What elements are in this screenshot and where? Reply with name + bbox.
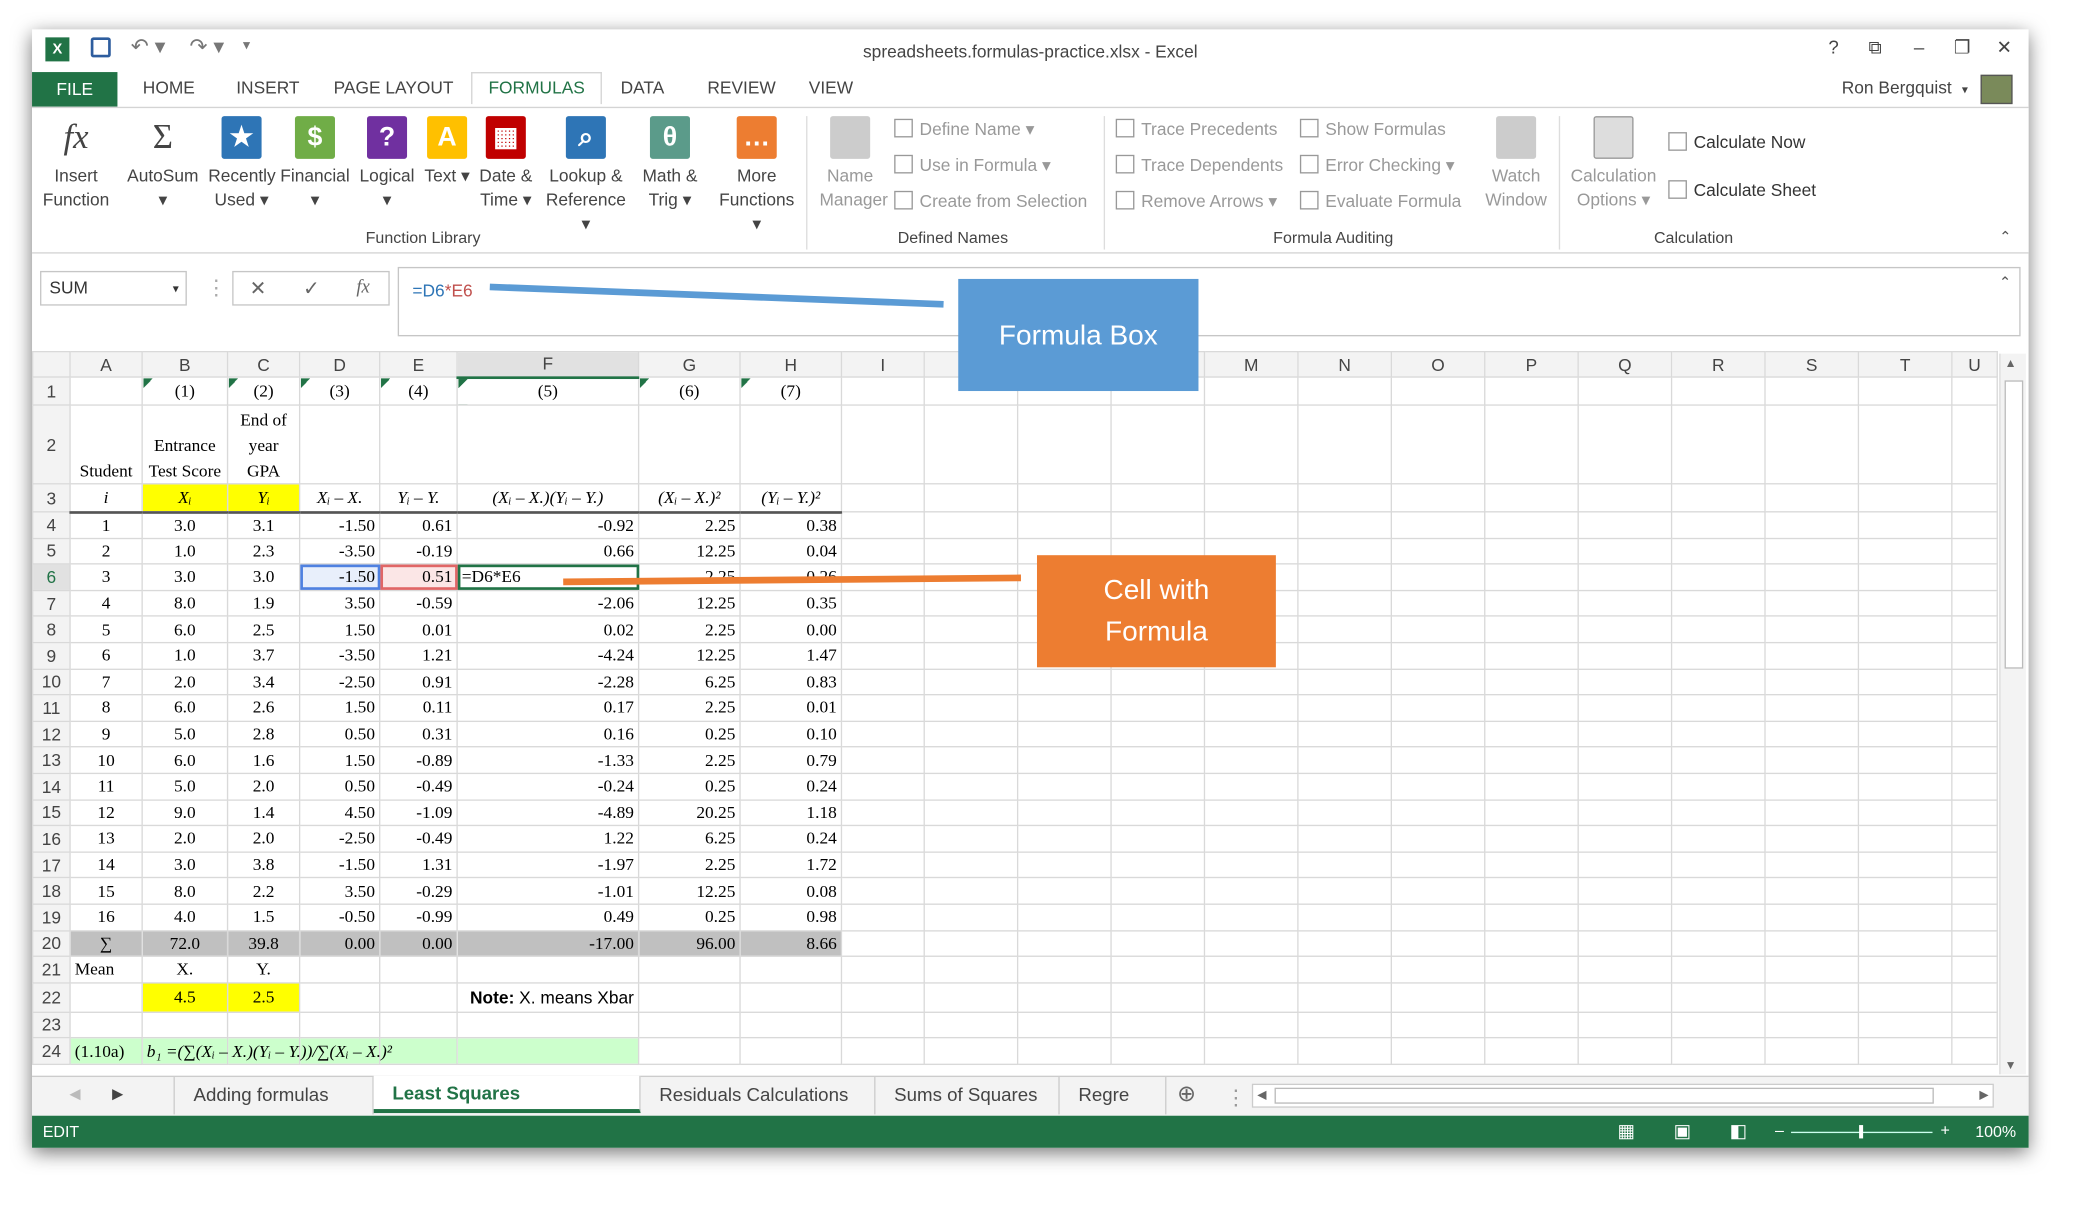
formula-box-callout: Formula Box bbox=[958, 278, 1199, 392]
cell-formula-pointer bbox=[563, 574, 1021, 586]
cell-B24[interactable]: b₁ =(∑(Xᵢ – X.)(Yᵢ – Y.))/∑(Xᵢ – X.)² bbox=[141, 1037, 392, 1065]
formula-box-pointer bbox=[489, 283, 944, 308]
cell-with-formula-callout: Cell with Formula bbox=[1036, 555, 1276, 668]
